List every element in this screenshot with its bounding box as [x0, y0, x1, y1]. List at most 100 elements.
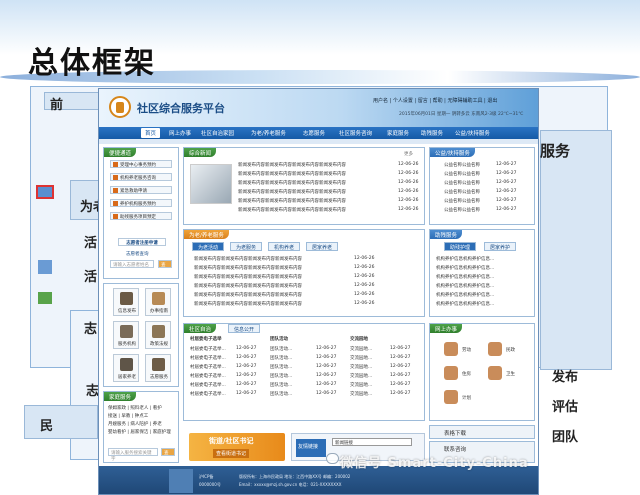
slide-title: 总体框架 — [28, 46, 156, 81]
community-date: 12-06-27 — [390, 391, 411, 396]
community-row[interactable]: 团队活动... — [270, 355, 292, 361]
tab-institution[interactable]: 机构养老 — [268, 242, 301, 251]
community-row[interactable]: 交流园地... — [350, 346, 372, 352]
family-line-1: 保姆家政 | 照料老人 | 看护 — [108, 406, 162, 411]
form-download-link[interactable]: 表格下载 — [429, 425, 535, 439]
community-date: 12-06-27 — [316, 355, 337, 360]
tab-home-care[interactable]: 居家养护 — [484, 242, 517, 251]
nav-item-elder[interactable]: 为老/养老服务 — [251, 129, 286, 137]
quick-item-1[interactable]: 受理中心事务预约 — [110, 160, 172, 168]
news-row[interactable]: 新闻发布内容新闻发布内容新闻发布内容新闻发布内容 — [238, 171, 346, 177]
planning-icon[interactable] — [444, 390, 458, 404]
elder-row[interactable]: 新闻发布内容新闻发布内容新闻发布内容新闻发布内容 — [194, 292, 302, 298]
community-row[interactable]: 交流园地... — [350, 391, 372, 397]
nav-item-consult[interactable]: 社区服务咨询 — [339, 129, 372, 137]
nav-item-charity[interactable]: 公益/扶持服务 — [455, 129, 490, 137]
tab-home-elder[interactable]: 居家养老 — [306, 242, 339, 251]
elder-row[interactable]: 新闻发布内容新闻发布内容新闻发布内容新闻发布内容 — [194, 301, 302, 307]
community-date: 12-06-27 — [390, 382, 411, 387]
elder-row[interactable]: 新闻发布内容新闻发布内容新闻发布内容新闻发布内容 — [194, 274, 302, 280]
background-fragment-5: 志 — [84, 322, 98, 337]
quick-item-4[interactable]: 养护机构服务预约 — [110, 199, 172, 207]
community-row[interactable]: 村居委电子选举... — [190, 391, 226, 397]
nav-item-disabled[interactable]: 助残服务 — [421, 129, 443, 137]
news-row[interactable]: 新闻发布内容新闻发布内容新闻发布内容新闻发布内容 — [238, 207, 346, 213]
community-row[interactable]: 交流园地... — [350, 373, 372, 379]
civil-icon[interactable] — [488, 342, 502, 356]
community-date: 12-06-27 — [316, 346, 337, 351]
community-row[interactable]: 团队活动... — [270, 346, 292, 352]
housing-icon[interactable] — [444, 366, 458, 380]
nav-item-autonomy[interactable]: 社区自治家园 — [201, 129, 234, 137]
tab-info-open[interactable]: 信息公开 — [228, 324, 261, 333]
elder-row[interactable]: 新闻发布内容新闻发布内容新闻发布内容新闻发布内容 — [194, 256, 302, 262]
disabled-row[interactable]: 机构养护信息机构养护信息... — [436, 292, 494, 298]
service-org-icon[interactable]: 服务机构 — [113, 321, 139, 349]
nav-item-family[interactable]: 家庭服务 — [387, 129, 409, 137]
top-links[interactable]: 用户名 | 个人设置 | 留言 | 帮助 | 无障碍辅助工具 | 退出 — [373, 97, 497, 104]
disabled-row[interactable]: 机构养护信息机构养护信息... — [436, 256, 494, 262]
quick-item-2[interactable]: 机构养老服务咨询 — [110, 173, 172, 181]
labor-icon[interactable] — [444, 342, 458, 356]
community-row[interactable]: 团队活动... — [270, 373, 292, 379]
elder-date: 12-06-26 — [354, 274, 375, 279]
charity-row[interactable]: 公益名称公益名称 — [444, 207, 480, 213]
news-row[interactable]: 新闻发布内容新闻发布内容新闻发布内容新闻发布内容 — [238, 162, 346, 168]
family-search-input[interactable]: 请输入服务搜索关键字 — [108, 448, 158, 462]
nav-item-home[interactable]: 首页 — [141, 128, 161, 138]
community-row[interactable]: 交流园地... — [350, 364, 372, 370]
tab-elder-service[interactable]: 为老服务 — [230, 242, 263, 251]
news-row[interactable]: 新闻发布内容新闻发布内容新闻发布内容新闻发布内容 — [238, 198, 346, 204]
guide-icon[interactable]: 办事指南 — [145, 288, 171, 316]
charity-row[interactable]: 公益名称公益名称 — [444, 171, 480, 177]
community-row[interactable]: 团队活动... — [270, 364, 292, 370]
volunteer-register-button[interactable]: 志愿者注册申请 — [118, 238, 166, 246]
disabled-row[interactable]: 机构养护信息机构养护信息... — [436, 274, 494, 280]
community-row[interactable]: 团队活动... — [270, 391, 292, 397]
online-item-label: 民政 — [506, 348, 515, 353]
volunteer-search-input[interactable]: 请输入志愿者姓名 — [110, 260, 154, 268]
tab-disabled-care[interactable]: 助残护理 — [444, 242, 477, 251]
community-row[interactable]: 村居委电子选举... — [190, 364, 226, 370]
community-row[interactable]: 村居委电子选举... — [190, 382, 226, 388]
disabled-row[interactable]: 机构养护信息机构养护信息... — [436, 283, 494, 289]
community-row[interactable]: 交流园地... — [350, 355, 372, 361]
background-fragment-4: 活 — [84, 270, 98, 285]
community-row[interactable]: 交流园地... — [350, 382, 372, 388]
community-row[interactable]: 村居委电子选举... — [190, 346, 226, 352]
background-icon-2 — [38, 260, 52, 274]
links-select[interactable]: 新闻链接 — [332, 438, 412, 446]
charity-row[interactable]: 公益名称公益名称 — [444, 180, 480, 186]
community-date: 12-06-27 — [316, 373, 337, 378]
health-icon[interactable] — [488, 366, 502, 380]
news-more-link[interactable]: 更多 — [404, 151, 413, 157]
charity-row[interactable]: 公益名称公益名称 — [444, 162, 480, 168]
charity-row[interactable]: 公益名称公益名称 — [444, 189, 480, 195]
community-date: 12-06-27 — [236, 373, 257, 378]
nav-item-volunteer[interactable]: 志愿服务 — [303, 129, 325, 137]
tab-elder-activity[interactable]: 为老活动 — [192, 242, 225, 251]
footer-icp-number: 0000000号 — [199, 482, 221, 487]
policy-icon[interactable]: 政策法规 — [145, 321, 171, 349]
community-row[interactable]: 村居委电子选举... — [190, 373, 226, 379]
quick-item-5[interactable]: 助残服务项目预定 — [110, 212, 172, 220]
family-search-button[interactable]: 查询 — [161, 448, 175, 462]
disabled-row[interactable]: 机构养护信息机构养护信息... — [436, 301, 494, 307]
news-row[interactable]: 新闻发布内容新闻发布内容新闻发布内容新闻发布内容 — [238, 189, 346, 195]
nav-item-online[interactable]: 网上办事 — [169, 129, 191, 137]
community-row[interactable]: 团队活动... — [270, 382, 292, 388]
community-row[interactable]: 村居委电子选举... — [190, 355, 226, 361]
elder-row[interactable]: 新闻发布内容新闻发布内容新闻发布内容新闻发布内容 — [194, 283, 302, 289]
elder-row[interactable]: 新闻发布内容新闻发布内容新闻发布内容新闻发布内容 — [194, 265, 302, 271]
view-secretary-button[interactable]: 查看街道书记 — [213, 449, 250, 458]
quick-channel-panel: 便捷通道 受理中心事务预约 机构养老服务咨询 紧急救助申请 养护机构服务预约 助… — [103, 147, 179, 279]
disabled-row[interactable]: 机构养护信息机构养护信息... — [436, 265, 494, 271]
volunteer-icon[interactable]: 志愿服务 — [145, 354, 171, 382]
secretary-banner[interactable]: 街道/社区书记 查看街道书记 — [189, 433, 285, 461]
volunteer-search-button[interactable]: 查询 — [158, 260, 172, 274]
quick-item-3[interactable]: 紧急救助申请 — [110, 186, 172, 194]
info-release-icon[interactable]: 信息发布 — [113, 288, 139, 316]
charity-row[interactable]: 公益名称公益名称 — [444, 198, 480, 204]
news-row[interactable]: 新闻发布内容新闻发布内容新闻发布内容新闻发布内容 — [238, 180, 346, 186]
home-care-icon[interactable]: 居家养老 — [113, 354, 139, 382]
